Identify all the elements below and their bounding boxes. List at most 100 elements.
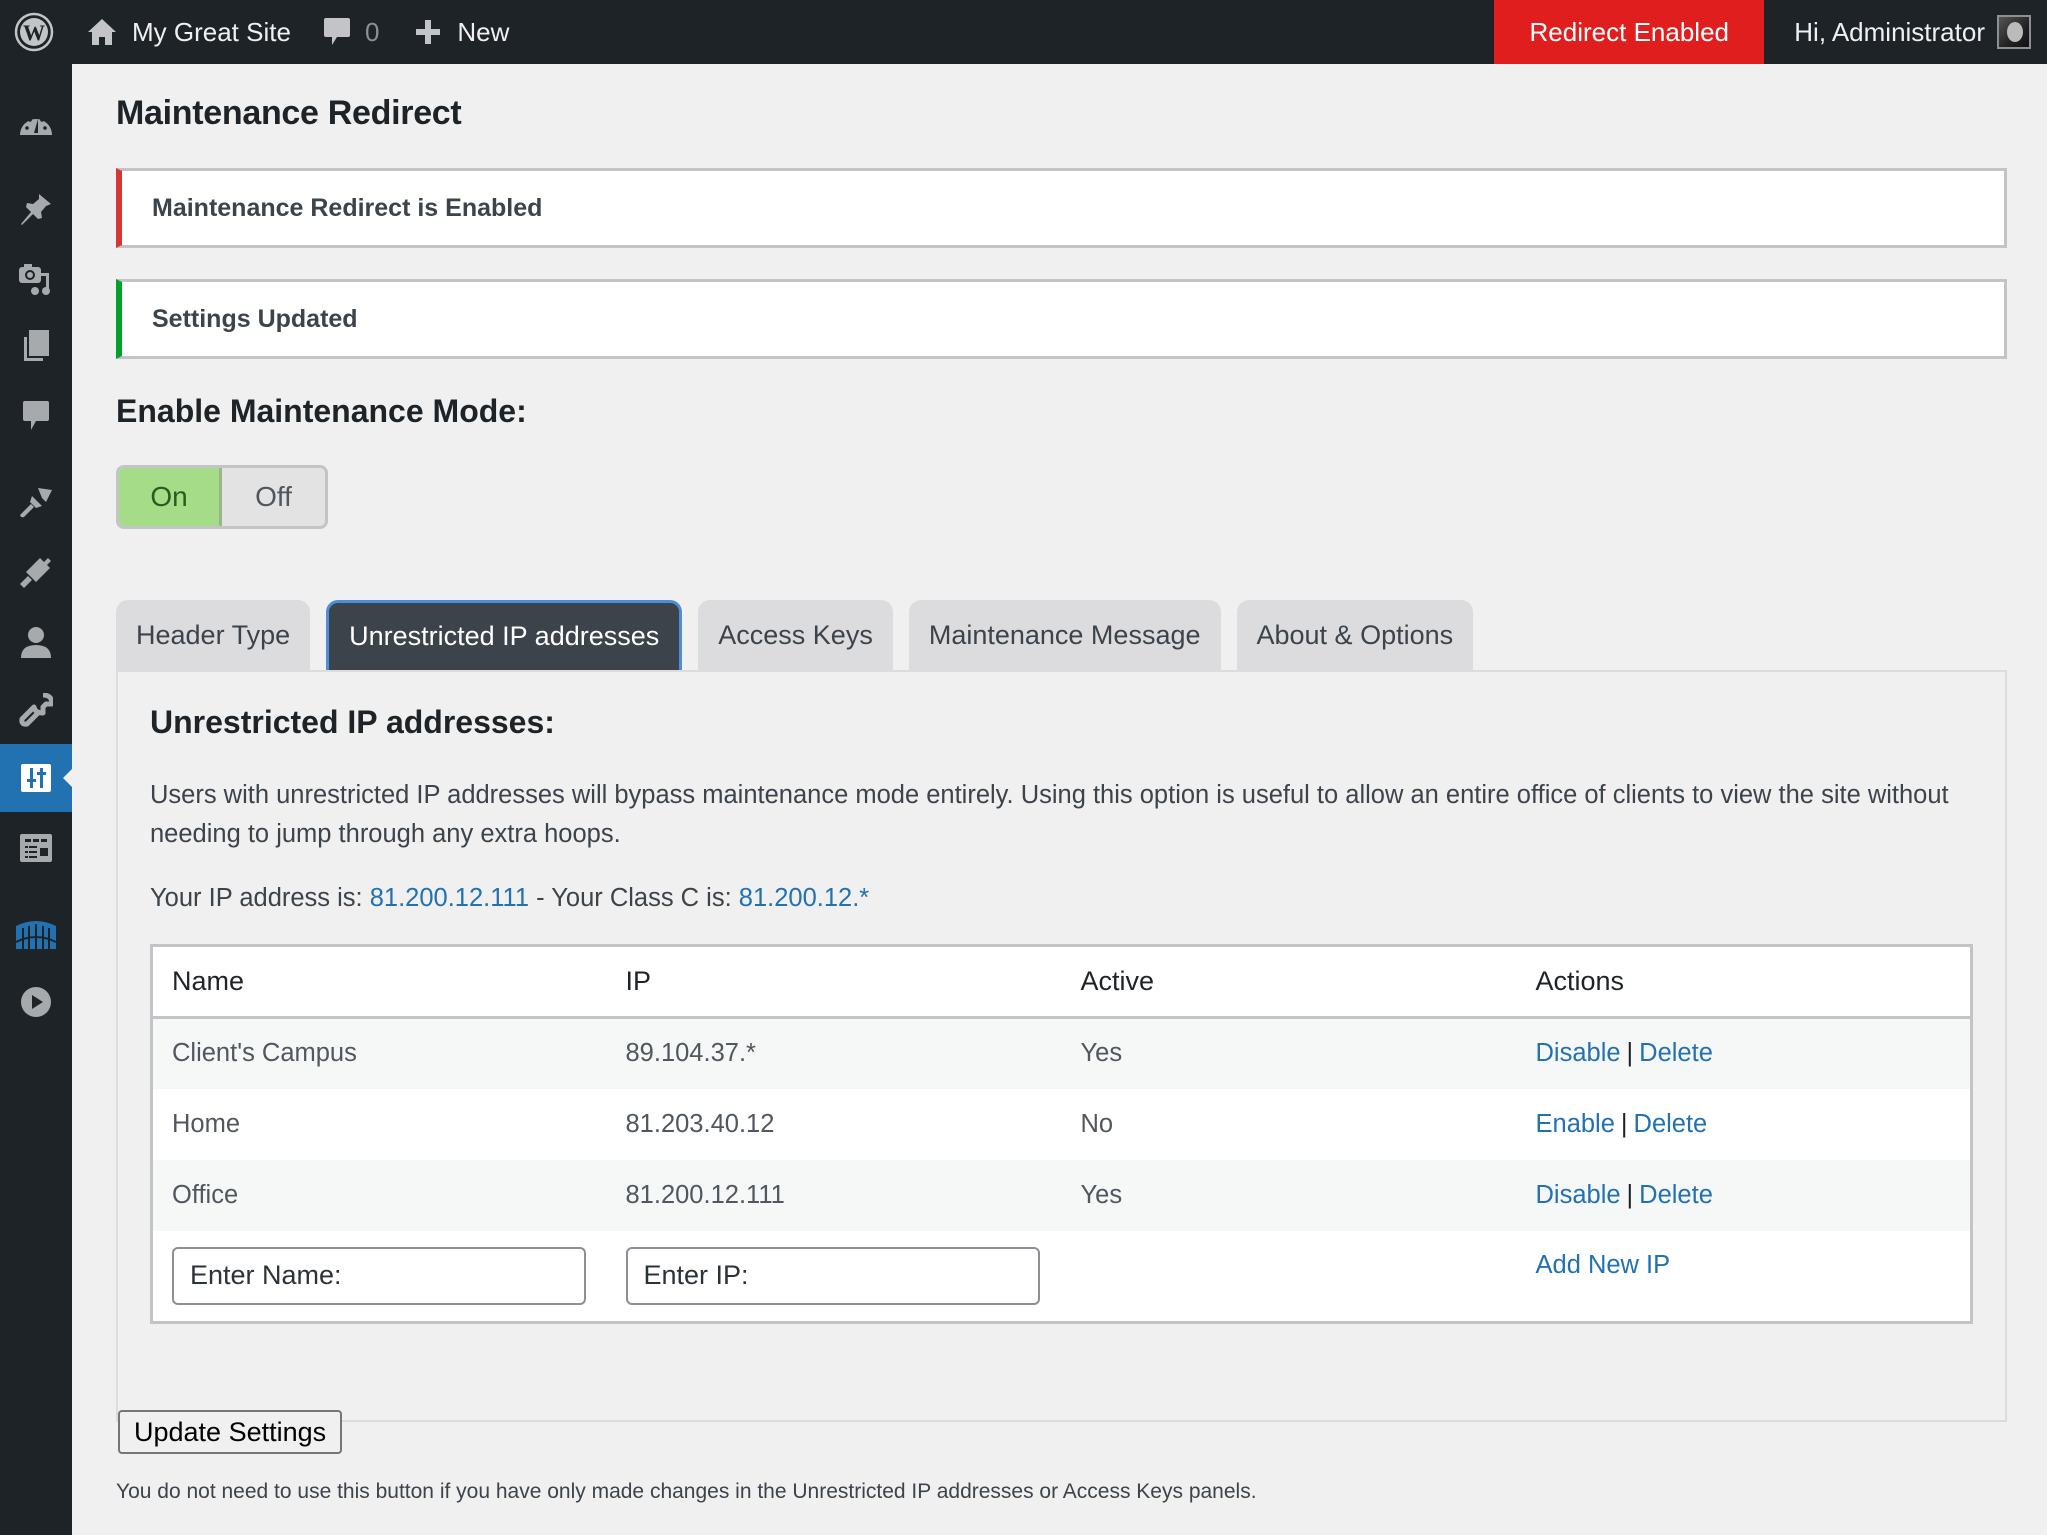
comment-icon (23, 401, 49, 430)
cell-actions: Disable | Delete (1516, 1017, 1972, 1089)
sidebar-item-plugins[interactable] (0, 538, 72, 606)
tab-access-keys[interactable]: Access Keys (698, 600, 893, 670)
redirect-enabled-button[interactable]: Redirect Enabled (1494, 0, 1765, 64)
table-row: Office 81.200.12.111 Yes Disable | Delete (151, 1159, 1972, 1231)
sidebar-item-comments[interactable] (0, 382, 72, 450)
page-title: Maintenance Redirect (116, 94, 462, 132)
action-separator: | (1626, 1039, 1634, 1068)
ip-table: Name IP Active Actions Client's Campus 8… (150, 944, 1973, 1324)
gate-icon (15, 921, 57, 949)
comments-link[interactable]: 0 (307, 0, 395, 64)
sidebar-item-posts[interactable] (0, 175, 72, 243)
cell-ip: 81.200.12.111 (606, 1159, 1062, 1231)
svg-text:W: W (23, 20, 45, 45)
account-menu[interactable]: Hi, Administrator (1764, 0, 2047, 64)
new-content-button[interactable]: New (395, 0, 525, 64)
cell-name: Client's Campus (151, 1017, 607, 1089)
admin-bar: W My Great Site 0 New Redirect Enabled H… (0, 0, 2047, 64)
notice-updated-text: Settings Updated (152, 304, 358, 333)
cell-name-input (152, 1231, 607, 1323)
sidebar-item-dashboard[interactable] (0, 89, 72, 157)
cell-add: Add New IP (1517, 1231, 1972, 1323)
account-greeting: Hi, Administrator (1794, 16, 1985, 47)
cell-actions: Disable | Delete (1516, 1159, 1972, 1231)
enable-link[interactable]: Enable (1536, 1110, 1615, 1138)
paintbrush-icon (20, 488, 52, 518)
action-separator: | (1620, 1109, 1628, 1138)
your-ip-line: Your IP address is: 81.200.12.111 - Your… (150, 884, 869, 913)
tab-about-options[interactable]: About & Options (1236, 600, 1474, 670)
toggle-on-button[interactable]: On (119, 468, 222, 526)
cell-ip-input (607, 1231, 1062, 1323)
update-settings-button[interactable]: Update Settings (118, 1410, 343, 1454)
cell-empty (1062, 1231, 1517, 1323)
sidebar-item-tools[interactable] (0, 676, 72, 744)
comments-count: 0 (364, 16, 380, 47)
sidebar-item-media[interactable] (0, 245, 72, 313)
maintenance-mode-toggle[interactable]: On Off (116, 465, 328, 529)
delete-link[interactable]: Delete (1639, 1039, 1713, 1067)
layout-icon (20, 834, 52, 862)
avatar (1997, 15, 2031, 49)
new-name-input[interactable] (172, 1246, 586, 1305)
disable-link[interactable]: Disable (1536, 1039, 1621, 1067)
sidebar-item-settings[interactable] (0, 744, 72, 812)
cell-name: Home (172, 1109, 241, 1138)
wordpress-logo-button[interactable]: W (0, 0, 68, 64)
tab-header-type[interactable]: Header Type (116, 600, 311, 670)
user-icon (21, 627, 51, 658)
disable-link[interactable]: Disable (1536, 1181, 1621, 1209)
dashboard-icon (20, 115, 52, 135)
panel-description: Users with unrestricted IP addresses wil… (150, 781, 1949, 848)
update-footnote: You do not need to use this button if yo… (116, 1480, 1257, 1503)
new-label: New (457, 16, 510, 47)
wrench-icon (19, 693, 53, 727)
cell-ip: 89.104.37.* (606, 1017, 1062, 1089)
table-row: Home 81.203.40.12 No Enable | Delete (152, 1089, 1972, 1160)
pages-icon (24, 330, 49, 361)
sidebar-item-plugin-gate[interactable] (0, 900, 72, 968)
sidebar-item-users[interactable] (0, 608, 72, 676)
header-name: Name (151, 945, 607, 1019)
pin-icon (21, 194, 51, 225)
sidebar-item-pages[interactable] (0, 312, 72, 380)
table-header-row: Name IP Active Actions (151, 945, 1972, 1019)
header-ip: IP (606, 945, 1062, 1019)
new-ip-input[interactable] (625, 1246, 1040, 1305)
delete-link[interactable]: Delete (1639, 1181, 1713, 1209)
ip-prefix: Your IP address is: (150, 884, 370, 912)
your-ip-link[interactable]: 81.200.12.111 (370, 884, 529, 912)
site-name-link[interactable]: My Great Site (68, 0, 307, 64)
delete-link[interactable]: Delete (1634, 1110, 1708, 1138)
notice-enabled-text: Maintenance Redirect is Enabled (152, 193, 543, 222)
sidebar-item-media-player[interactable] (0, 968, 72, 1036)
plugin-icon (20, 558, 51, 588)
cell-name: Office (151, 1159, 607, 1231)
add-new-ip-link[interactable]: Add New IP (1536, 1251, 1671, 1279)
sidebar-item-layout[interactable] (0, 814, 72, 882)
tab-maintenance-message[interactable]: Maintenance Message (908, 600, 1221, 670)
sliders-icon (21, 764, 51, 792)
sidebar-item-appearance[interactable] (0, 468, 72, 536)
cell-ip: 81.203.40.12 (625, 1109, 775, 1138)
media-icon (19, 264, 50, 295)
header-actions: Actions (1516, 945, 1972, 1019)
cell-active: Yes (1061, 1159, 1517, 1231)
site-name: My Great Site (132, 16, 291, 47)
toggle-off-button[interactable]: Off (222, 468, 325, 526)
play-icon (21, 987, 51, 1017)
settings-tabs: Header Type Unrestricted IP addresses Ac… (116, 600, 1489, 670)
plus-icon (416, 20, 441, 44)
action-separator: | (1626, 1180, 1634, 1209)
wordpress-logo-icon: W (14, 12, 54, 52)
notice-enabled: Maintenance Redirect is Enabled (116, 168, 2007, 248)
home-icon (88, 19, 116, 45)
add-ip-row: Add New IP (152, 1231, 1972, 1323)
header-active: Active (1061, 945, 1517, 1019)
unrestricted-ip-panel: Unrestricted IP addresses: Users with un… (116, 670, 2007, 1422)
tab-unrestricted-ip[interactable]: Unrestricted IP addresses (326, 600, 683, 670)
class-c-link[interactable]: 81.200.12.* (739, 884, 869, 912)
classc-prefix: - Your Class C is: (529, 884, 739, 912)
panel-title: Unrestricted IP addresses: (150, 704, 555, 740)
maintenance-mode-heading: Enable Maintenance Mode: (116, 393, 527, 429)
